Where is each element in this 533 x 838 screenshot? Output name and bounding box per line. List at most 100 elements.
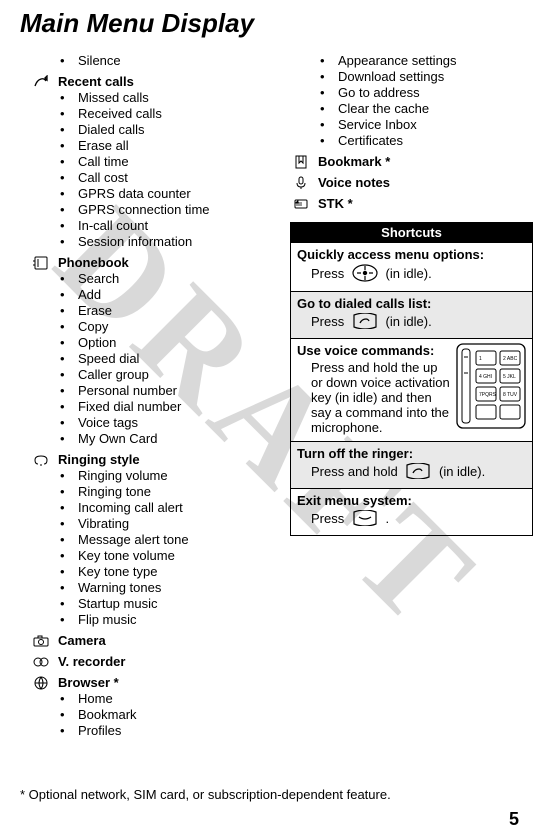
section-header: STK *: [290, 195, 513, 212]
item-label: Ringing volume: [78, 468, 168, 484]
bullet-icon: •: [60, 335, 78, 351]
list-item: •GPRS data counter: [20, 186, 290, 202]
nav-key-icon: [352, 264, 378, 285]
list-item: •Personal number: [20, 383, 290, 399]
item-label: Erase: [78, 303, 112, 319]
svg-text:8 TUV: 8 TUV: [503, 392, 518, 398]
bullet-icon: •: [60, 319, 78, 335]
list-item: •Incoming call alert: [20, 500, 290, 516]
footnote: * Optional network, SIM card, or subscri…: [20, 787, 391, 802]
bullet-icon: •: [60, 202, 78, 218]
list-item: •Fixed dial number: [20, 399, 290, 415]
bullet-icon: •: [60, 532, 78, 548]
shortcut-dialed-calls: Go to dialed calls list: Press (in idle)…: [291, 291, 532, 338]
item-label: Warning tones: [78, 580, 161, 596]
list-item: •Call time: [20, 154, 290, 170]
tail-label: (in idle).: [385, 266, 431, 281]
bookmark-icon: [290, 155, 312, 169]
item-label: Speed dial: [78, 351, 139, 367]
bullet-icon: •: [60, 431, 78, 447]
list-item: •Service Inbox: [290, 117, 513, 133]
bullet-icon: •: [60, 106, 78, 122]
shortcut-body: Press and hold (in idle).: [297, 463, 526, 482]
list-item: •Copy: [20, 319, 290, 335]
item-label: In-call count: [78, 218, 148, 234]
bullet-icon: •: [60, 500, 78, 516]
list-item: • Silence: [20, 53, 290, 69]
bullet-icon: •: [60, 564, 78, 580]
bullet-icon: •: [60, 367, 78, 383]
bullet-icon: •: [320, 101, 338, 117]
svg-text:2 ABC: 2 ABC: [503, 356, 518, 362]
list-item: •Message alert tone: [20, 532, 290, 548]
list-item: •Erase all: [20, 138, 290, 154]
phonebook-icon: [30, 256, 52, 270]
bullet-icon: •: [320, 117, 338, 133]
section-label: STK *: [318, 195, 353, 212]
bullet-icon: •: [60, 138, 78, 154]
shortcut-title: Quickly access menu options:: [297, 247, 526, 262]
item-label: Call time: [78, 154, 129, 170]
bullet-icon: •: [60, 383, 78, 399]
item-label: GPRS data counter: [78, 186, 191, 202]
item-label: Vibrating: [78, 516, 129, 532]
list-item: •Ringing volume: [20, 468, 290, 484]
section-label: Bookmark *: [318, 153, 390, 170]
item-label: Silence: [78, 53, 121, 69]
item-label: Go to address: [338, 85, 420, 101]
section-header: Camera: [20, 632, 290, 649]
list-item: •Appearance settings: [290, 53, 513, 69]
item-label: Search: [78, 271, 119, 287]
list-item: •Caller group: [20, 367, 290, 383]
tail-label: (in idle).: [385, 314, 431, 329]
press-label: Press: [311, 266, 344, 281]
svg-text:1: 1: [479, 356, 482, 362]
item-label: Incoming call alert: [78, 500, 183, 516]
bullet-icon: •: [320, 53, 338, 69]
list-item: •Search: [20, 271, 290, 287]
item-label: Home: [78, 691, 113, 707]
item-label: Dialed calls: [78, 122, 144, 138]
bullet-icon: •: [60, 612, 78, 628]
shortcut-turn-off-ringer: Turn off the ringer: Press and hold (in …: [291, 441, 532, 488]
list-item: •Speed dial: [20, 351, 290, 367]
list-item: •Missed calls: [20, 90, 290, 106]
shortcut-body: Press and hold the up or down voice acti…: [297, 360, 450, 435]
section-header: Phonebook: [20, 254, 290, 271]
item-label: Fixed dial number: [78, 399, 181, 415]
item-label: Session information: [78, 234, 192, 250]
item-label: Missed calls: [78, 90, 149, 106]
shortcut-exit-menu: Exit menu system: Press .: [291, 488, 532, 535]
list-item: •Ringing tone: [20, 484, 290, 500]
send-key-icon: [405, 463, 431, 482]
press-label: Press: [311, 511, 344, 526]
bullet-icon: •: [60, 707, 78, 723]
phone-keypad-icon: 12 ABC 4 GHI5 JKL 7PQRS8 TUV: [456, 343, 526, 429]
bullet-icon: •: [60, 399, 78, 415]
bullet-icon: •: [60, 186, 78, 202]
shortcuts-box: Shortcuts Quickly access menu options: P…: [290, 222, 533, 536]
list-item: •Vibrating: [20, 516, 290, 532]
bullet-icon: •: [60, 90, 78, 106]
shortcut-body: Press (in idle).: [297, 313, 526, 332]
list-item: •Voice tags: [20, 415, 290, 431]
section-label: V. recorder: [58, 653, 125, 670]
list-item: •Go to address: [290, 85, 513, 101]
item-label: Certificates: [338, 133, 403, 149]
list-item: •Option: [20, 335, 290, 351]
stk-icon: [290, 197, 312, 211]
bullet-icon: •: [60, 218, 78, 234]
list-item: •Received calls: [20, 106, 290, 122]
bullet-icon: •: [60, 287, 78, 303]
list-item: •Key tone type: [20, 564, 290, 580]
bullet-icon: •: [60, 303, 78, 319]
bullet-icon: •: [60, 691, 78, 707]
bullet-icon: •: [60, 580, 78, 596]
item-label: Startup music: [78, 596, 157, 612]
bullet-icon: •: [60, 351, 78, 367]
bullet-icon: •: [60, 516, 78, 532]
item-label: Ringing tone: [78, 484, 151, 500]
list-item: •Session information: [20, 234, 290, 250]
bullet-icon: •: [60, 234, 78, 250]
section-header: Voice notes: [290, 174, 513, 191]
